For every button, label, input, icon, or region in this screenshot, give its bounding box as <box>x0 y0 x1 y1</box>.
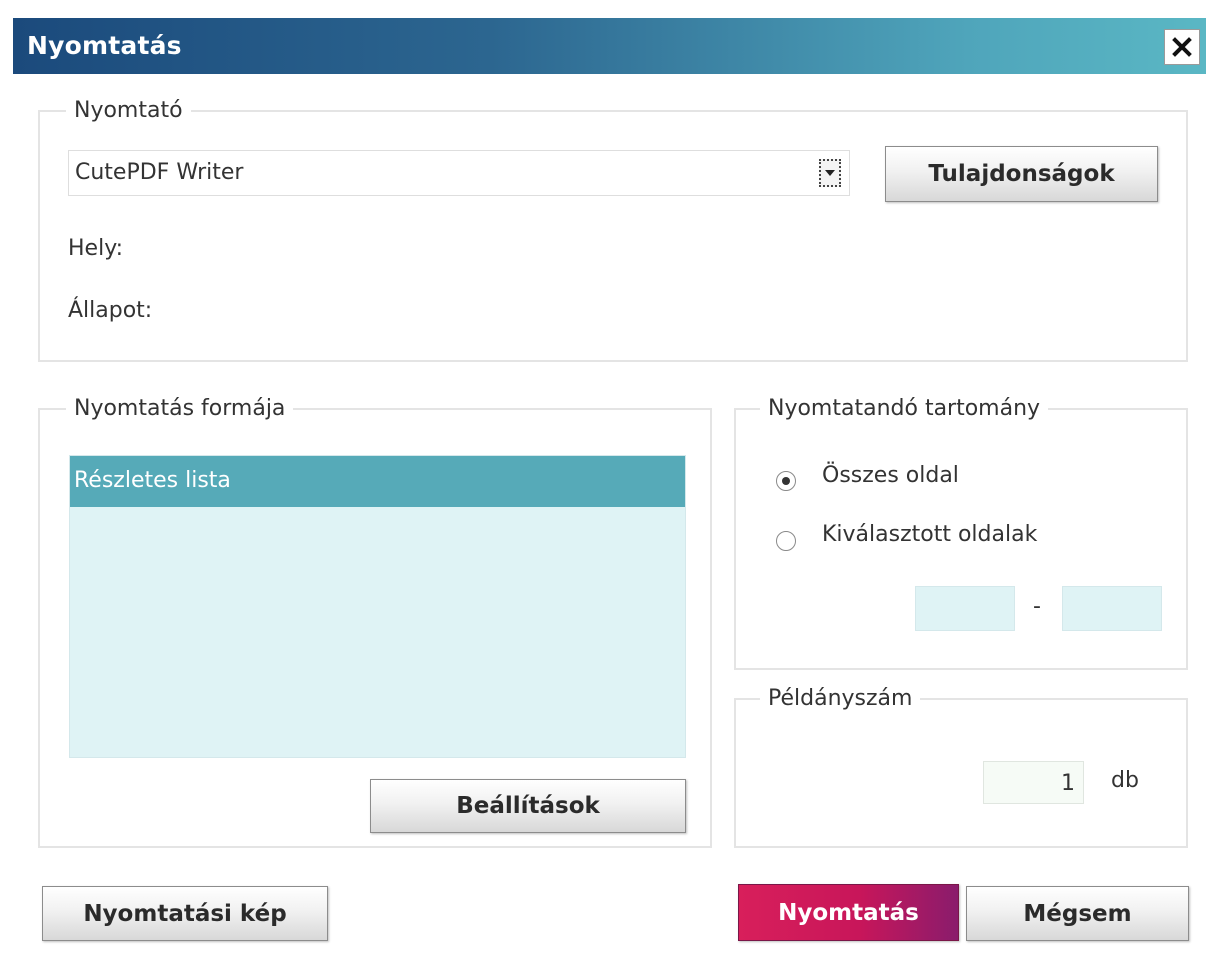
printer-select-value: CutePDF Writer <box>75 160 244 185</box>
page-from-input[interactable] <box>915 586 1015 631</box>
copies-unit: db <box>1111 768 1139 793</box>
print-format-legend: Nyomtatás formája <box>74 396 286 421</box>
window-title: Nyomtatás <box>27 31 182 60</box>
format-listbox[interactable]: Részletes lista <box>69 455 686 758</box>
title-bar[interactable]: Nyomtatás <box>13 18 1206 74</box>
properties-button[interactable]: Tulajdonságok <box>885 146 1158 202</box>
print-dialog: Nyomtatás Nyomtató CutePDF Writer Tulajd… <box>0 0 1206 960</box>
list-item[interactable]: Részletes lista <box>70 456 685 507</box>
cancel-button[interactable]: Mégsem <box>966 886 1189 941</box>
copies-input[interactable]: 1 <box>983 761 1084 804</box>
printer-group: Nyomtató <box>38 98 1188 362</box>
all-pages-label[interactable]: Összes oldal <box>822 463 959 488</box>
copies-legend: Példányszám <box>768 686 913 711</box>
copies-group: Példányszám <box>734 686 1188 848</box>
printer-legend: Nyomtató <box>74 98 183 123</box>
selected-pages-label[interactable]: Kiválasztott oldalak <box>822 522 1037 547</box>
page-to-input[interactable] <box>1062 586 1162 631</box>
print-preview-button[interactable]: Nyomtatási kép <box>42 886 328 941</box>
printer-select[interactable]: CutePDF Writer <box>68 150 850 196</box>
close-icon <box>1172 37 1192 57</box>
selected-pages-radio[interactable] <box>776 531 796 551</box>
dropdown-arrow-icon[interactable] <box>819 159 841 187</box>
settings-button[interactable]: Beállítások <box>370 779 686 833</box>
radio-selected-dot <box>782 477 790 485</box>
all-pages-radio[interactable] <box>776 471 796 491</box>
status-label: Állapot: <box>68 298 153 323</box>
range-separator: - <box>1033 594 1041 619</box>
print-range-legend: Nyomtatandó tartomány <box>768 396 1041 421</box>
location-label: Hely: <box>68 236 124 261</box>
print-button[interactable]: Nyomtatás <box>738 884 959 941</box>
close-button[interactable] <box>1164 29 1200 65</box>
